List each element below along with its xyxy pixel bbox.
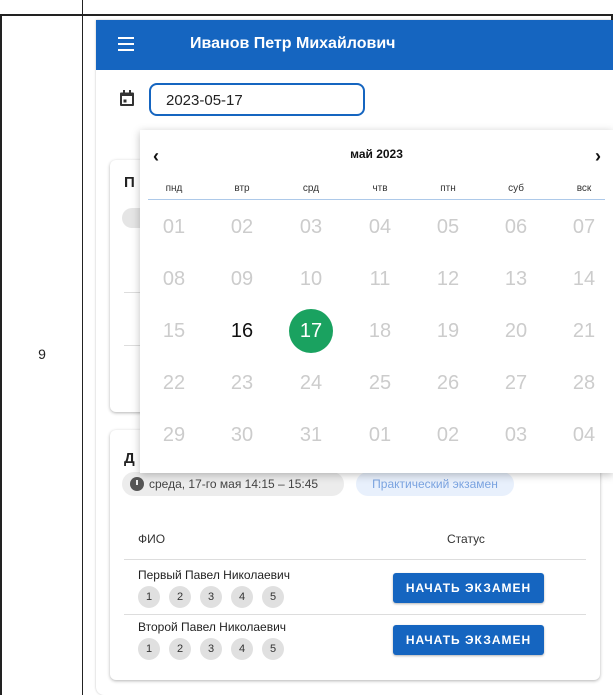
card-title: П <box>124 174 135 191</box>
weekday-label: втр <box>234 183 250 194</box>
calendar-day: 20 <box>504 320 528 342</box>
calendar-day: 29 <box>162 424 186 446</box>
calendar-day: 31 <box>299 424 323 446</box>
calendar-day: 11 <box>369 268 391 290</box>
time-chip: среда, 17-го мая 14:15 – 15:45 <box>122 472 344 496</box>
weekday-label: вск <box>576 183 592 194</box>
calendar-day: 15 <box>162 320 186 342</box>
step-circle: 5 <box>262 586 284 608</box>
calendar-day: 09 <box>230 268 254 290</box>
calendar-day: 06 <box>504 216 528 238</box>
calendar-day: 04 <box>572 424 596 446</box>
calendar-day: 01 <box>162 216 186 238</box>
column-header-name: ФИО <box>138 532 166 546</box>
calendar-day: 26 <box>436 372 460 394</box>
step-circle: 5 <box>262 638 284 660</box>
weekday-label: пнд <box>165 183 183 194</box>
weekday-label: срд <box>302 183 320 194</box>
weekday-label: птн <box>440 183 456 194</box>
step-circle: 2 <box>169 586 191 608</box>
app-title: Иванов Петр Михайлович <box>190 35 396 52</box>
step-circle: 3 <box>200 638 222 660</box>
date-input[interactable]: 2023-05-17 <box>149 83 365 116</box>
calendar-day: 02 <box>436 424 460 446</box>
step-circle: 3 <box>200 586 222 608</box>
start-exam-button[interactable]: НАЧАТЬ ЭКЗАМЕН <box>393 573 544 603</box>
app-bar: Иванов Петр Михайлович <box>96 20 613 70</box>
column-header-status: Статус <box>447 532 485 546</box>
student-name: Второй Павел Николаевич <box>138 620 287 634</box>
calendar-day: 03 <box>504 424 528 446</box>
clock-icon <box>130 477 144 491</box>
calendar-day: 01 <box>368 424 392 446</box>
calendar-day: 04 <box>368 216 392 238</box>
weekday-divider <box>148 199 605 200</box>
time-chip-label: среда, 17-го мая 14:15 – 15:45 <box>149 477 319 491</box>
step-circle: 4 <box>231 638 253 660</box>
calendar-day: 27 <box>504 372 528 394</box>
calendar-day: 21 <box>572 320 596 342</box>
calendar-day: 12 <box>436 268 460 290</box>
divider <box>124 614 586 615</box>
calendar-day: 05 <box>436 216 460 238</box>
calendar-day: 22 <box>162 372 186 394</box>
calendar-day: 02 <box>230 216 254 238</box>
calendar-day-selected[interactable]: 17 <box>289 309 333 353</box>
calendar-day: 08 <box>162 268 186 290</box>
calendar-day: 13 <box>504 268 528 290</box>
table-top-row <box>0 0 613 16</box>
calendar-icon[interactable] <box>119 90 135 107</box>
weekday-label: чтв <box>372 183 388 194</box>
calendar-day[interactable]: 16 <box>220 309 264 353</box>
calendar-day: 25 <box>368 372 392 394</box>
calendar-day: 30 <box>230 424 254 446</box>
weekday-label: суб <box>508 183 524 194</box>
menu-icon[interactable] <box>118 37 134 51</box>
calendar-day: 19 <box>436 320 460 342</box>
card-title: Д <box>124 450 135 467</box>
calendar-day: 24 <box>299 372 323 394</box>
calendar-day: 28 <box>572 372 596 394</box>
exam-type-chip: Практический экзамен <box>356 472 514 496</box>
student-name: Первый Павел Николаевич <box>138 568 291 582</box>
calendar-day: 07 <box>572 216 596 238</box>
chevron-right-icon[interactable]: › <box>595 146 601 167</box>
step-circle: 1 <box>138 638 160 660</box>
month-label: май 2023 <box>350 147 403 161</box>
calendar-day: 14 <box>572 268 596 290</box>
start-exam-button[interactable]: НАЧАТЬ ЭКЗАМЕН <box>393 625 544 655</box>
table-column-divider <box>82 14 83 695</box>
calendar-day: 03 <box>299 216 323 238</box>
row-number: 9 <box>38 346 46 362</box>
step-circle: 2 <box>169 638 191 660</box>
calendar-day: 18 <box>368 320 392 342</box>
divider <box>124 559 586 560</box>
step-circle: 4 <box>231 586 253 608</box>
calendar-day: 10 <box>299 268 323 290</box>
date-picker-popup: ‹ май 2023 › пнд втр срд чтв птн суб вск 01 02 03… <box>140 130 613 473</box>
step-circle: 1 <box>138 586 160 608</box>
calendar-day: 23 <box>230 372 254 394</box>
